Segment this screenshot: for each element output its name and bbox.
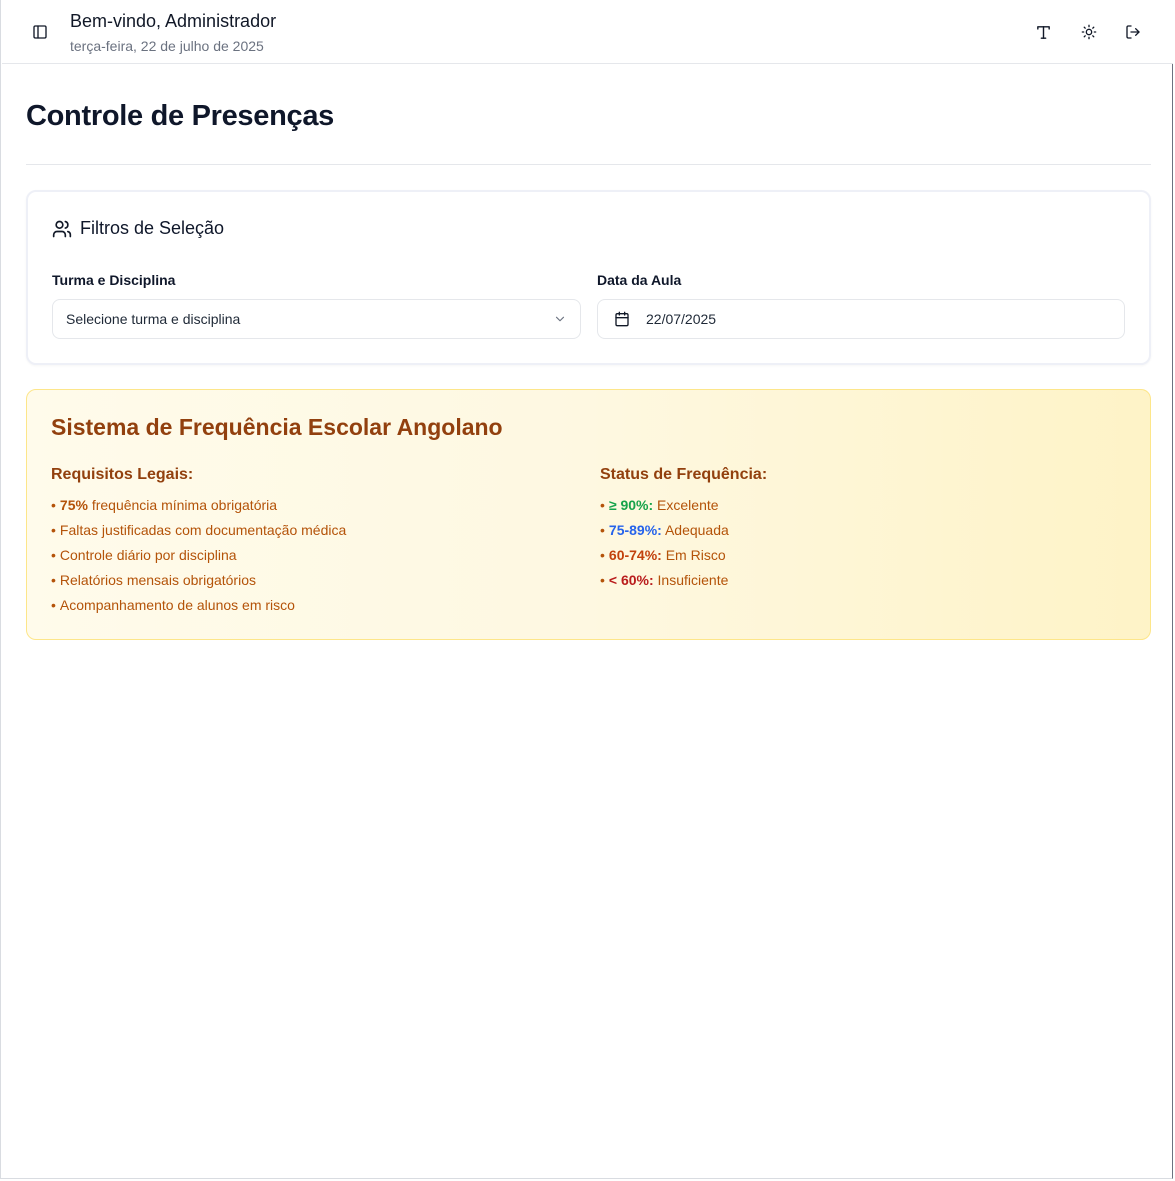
current-date: terça-feira, 22 de julho de 2025 (70, 38, 264, 54)
title-divider (26, 164, 1151, 165)
status-item-insuficiente: • < 60%: Insuficiente (600, 572, 729, 588)
turma-select-value: Selecione turma e disciplina (66, 311, 241, 327)
chevron-down-icon (555, 316, 565, 322)
data-aula-picker[interactable]: 22/07/2025 (597, 299, 1125, 339)
users-icon (52, 220, 72, 237)
info-title: Sistema de Frequência Escolar Angolano (51, 414, 503, 440)
app-window: Bem-vindo, Administrador terça-feira, 22… (0, 0, 1173, 1179)
font-size-button[interactable] (1027, 16, 1059, 48)
page-title: Controle de Presenças (26, 100, 334, 132)
list-item: • Controle diário por disciplina (51, 547, 237, 563)
top-bar: Bem-vindo, Administrador terça-feira, 22… (2, 0, 1173, 64)
welcome-text: Bem-vindo, Administrador (70, 11, 277, 31)
status-heading: Status de Frequência: (600, 466, 768, 483)
status-item-adequada: • 75-89%: Adequada (600, 522, 729, 538)
requisitos-list: • 75% frequência mínima obrigatória • Falt… (51, 496, 346, 621)
logout-button[interactable] (1117, 16, 1149, 48)
list-item: • Faltas justificadas com documentação mé… (51, 522, 347, 538)
sun-icon (1081, 24, 1097, 40)
turma-disciplina-select[interactable]: Selecione turma e disciplina (52, 299, 581, 339)
requisitos-heading: Requisitos Legais: (51, 466, 194, 483)
list-item: • Acompanhamento de alunos em risco (51, 597, 295, 613)
list-item: • 75% frequência mínima obrigatória (51, 497, 278, 513)
filters-header: Filtros de Seleção (52, 218, 224, 239)
status-item-excelente: • ≥ 90%: Excelente (600, 497, 719, 513)
frequency-info-card: Sistema de Frequência Escolar Angolano R… (26, 389, 1151, 640)
filters-title: Filtros de Seleção (80, 218, 225, 238)
calendar-icon (615, 311, 629, 327)
theme-toggle-button[interactable] (1073, 16, 1105, 48)
turma-label: Turma e Disciplina (52, 272, 176, 288)
status-list: • ≥ 90%: Excelente • 75-89%: Adequada • 60-… (600, 496, 729, 596)
data-aula-value: 22/07/2025 (646, 311, 717, 327)
sidebar-toggle-button[interactable] (24, 16, 56, 48)
filters-card: Filtros de Seleção Turma e Disciplina Se… (26, 190, 1151, 365)
type-icon (1036, 25, 1050, 39)
status-item-em-risco: • 60-74%: Em Risco (600, 547, 726, 563)
log-out-icon (1126, 25, 1140, 39)
list-item: • Relatórios mensais obrigatórios (51, 572, 256, 588)
panel-left-icon (33, 25, 47, 39)
data-aula-label: Data da Aula (597, 272, 682, 288)
